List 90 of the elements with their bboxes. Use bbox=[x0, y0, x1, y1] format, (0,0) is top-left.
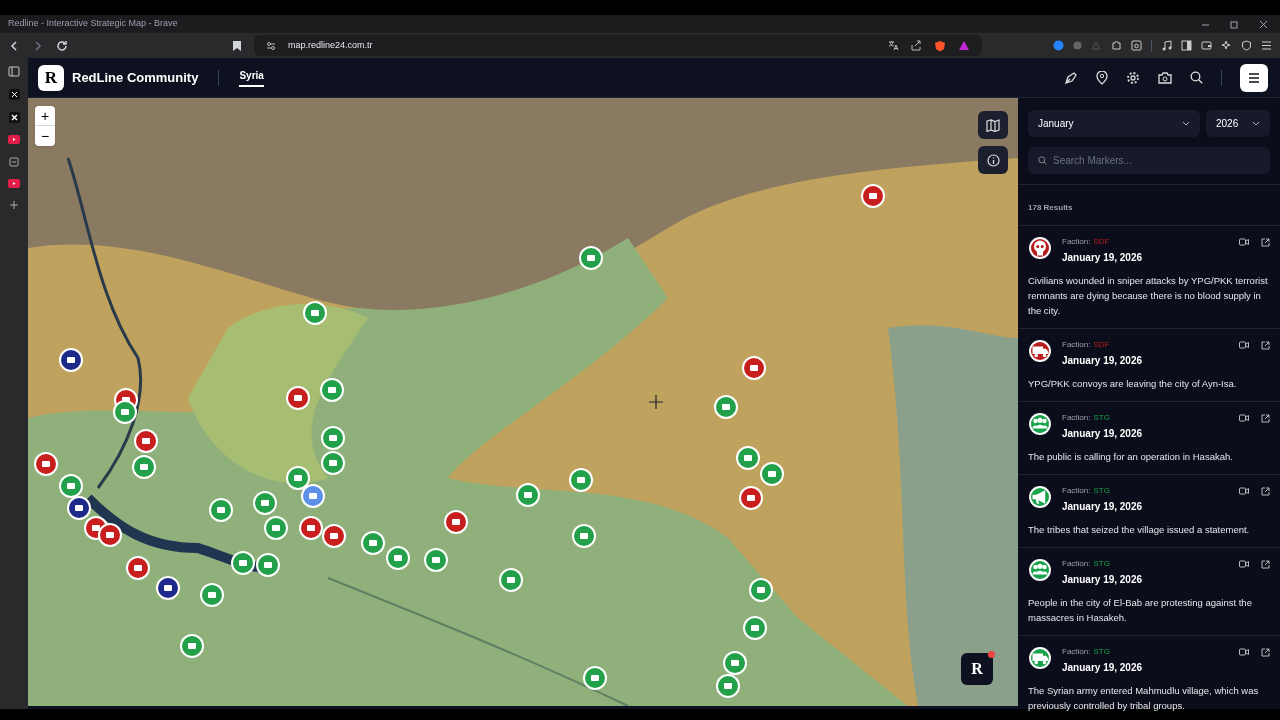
external-link-icon[interactable] bbox=[1261, 341, 1270, 350]
external-link-icon[interactable] bbox=[1261, 487, 1270, 496]
shield-icon[interactable] bbox=[1241, 40, 1252, 51]
circle-icon[interactable] bbox=[1053, 40, 1064, 51]
faction-label: Faction: bbox=[1062, 646, 1091, 658]
region-tab[interactable]: Syria bbox=[239, 68, 264, 87]
video-icon[interactable] bbox=[1239, 238, 1249, 246]
month-select[interactable]: January bbox=[1028, 110, 1200, 137]
wallet-icon[interactable] bbox=[1201, 40, 1212, 51]
event-description: The tribes that seized the village issued a statement. bbox=[1028, 523, 1251, 537]
zoom-in-button[interactable]: + bbox=[35, 106, 55, 126]
menu-button[interactable] bbox=[1240, 63, 1268, 92]
address-bar[interactable]: map.redline24.com.tr bbox=[254, 35, 982, 56]
video-icon[interactable] bbox=[1239, 560, 1249, 568]
external-link-icon[interactable] bbox=[1261, 648, 1270, 657]
faction-label: Faction: bbox=[1062, 412, 1091, 424]
external-link-icon[interactable] bbox=[1261, 560, 1270, 569]
window-search-icon[interactable] bbox=[1131, 40, 1142, 51]
faction-label: Faction: bbox=[1062, 485, 1091, 497]
external-link-icon[interactable] bbox=[1261, 238, 1270, 247]
notification-dot-icon bbox=[988, 651, 995, 658]
logo-button[interactable]: R bbox=[961, 653, 993, 685]
chevron-down-icon bbox=[1252, 121, 1260, 126]
sidebar-panel-icon[interactable] bbox=[8, 66, 20, 77]
site-settings-icon[interactable] bbox=[266, 40, 276, 51]
faction-name: STG bbox=[1093, 558, 1110, 570]
music-icon[interactable] bbox=[1161, 40, 1172, 51]
event-date: January 19, 2026 bbox=[1062, 354, 1144, 368]
share-icon[interactable] bbox=[911, 40, 922, 51]
event-description: The public is calling for an operation in Hasakah. bbox=[1028, 450, 1234, 464]
search-icon[interactable] bbox=[1190, 71, 1203, 84]
event-description: People in the city of El-Bab are protesting against the massacres in Hasakeh. bbox=[1028, 596, 1253, 625]
video-icon[interactable] bbox=[1239, 487, 1249, 495]
pen-icon[interactable] bbox=[1064, 70, 1078, 85]
location-pin-icon[interactable] bbox=[1096, 70, 1108, 85]
bookmark-icon[interactable] bbox=[232, 39, 242, 52]
info-button[interactable] bbox=[978, 146, 1008, 174]
reload-icon[interactable] bbox=[56, 39, 68, 52]
sparkle-icon[interactable] bbox=[1221, 40, 1232, 51]
tv-icon[interactable] bbox=[9, 156, 19, 167]
external-link-icon[interactable] bbox=[1261, 414, 1270, 423]
faction-name: SDF bbox=[1093, 236, 1110, 248]
close-icon[interactable] bbox=[1259, 19, 1268, 29]
results-count: 178 Results bbox=[1028, 203, 1073, 212]
x-icon[interactable] bbox=[8, 112, 20, 123]
sidebar-icon[interactable] bbox=[1181, 40, 1192, 51]
circle-icon[interactable] bbox=[1073, 41, 1082, 50]
faction-label: Faction: bbox=[1062, 339, 1091, 351]
plus-icon[interactable] bbox=[9, 200, 19, 210]
settings-icon[interactable] bbox=[1126, 70, 1140, 85]
search-icon bbox=[1038, 156, 1047, 165]
event-date: January 19, 2026 bbox=[1062, 427, 1144, 441]
camera-icon[interactable] bbox=[1158, 71, 1172, 84]
faction-label: Faction: bbox=[1062, 558, 1091, 570]
video-icon[interactable] bbox=[1239, 648, 1249, 656]
event-date: January 19, 2026 bbox=[1062, 251, 1144, 265]
event-date: January 19, 2026 bbox=[1062, 500, 1144, 514]
url-text: map.redline24.com.tr bbox=[288, 38, 374, 52]
map-icon bbox=[986, 118, 1000, 132]
faction-name: STG bbox=[1093, 485, 1110, 497]
menu-icon bbox=[1248, 72, 1260, 83]
info-icon bbox=[986, 153, 1000, 167]
play-icon[interactable] bbox=[8, 135, 20, 144]
faction-name: STG bbox=[1093, 646, 1110, 658]
faction-name: STG bbox=[1093, 412, 1110, 424]
faction-label: Faction: bbox=[1062, 236, 1091, 248]
zoom-out-button[interactable]: − bbox=[35, 126, 55, 146]
window-title: Redline - Interactive Strategic Map - Brave bbox=[8, 17, 178, 31]
event-description: The Syrian army entered Mahmudlu village, which was previously controlled by tribal groups. bbox=[1028, 684, 1260, 713]
shield-icon[interactable] bbox=[934, 39, 946, 52]
layers-button[interactable] bbox=[978, 111, 1008, 139]
translate-icon[interactable] bbox=[888, 40, 899, 51]
triangle-icon[interactable] bbox=[958, 40, 970, 51]
event-description: Civilians wounded in sniper attacks by YPG/PKK terrorist remnants are dying because there is no blood supply in the city. bbox=[1028, 274, 1269, 318]
video-icon[interactable] bbox=[1239, 341, 1249, 349]
logo[interactable]: R bbox=[38, 64, 64, 91]
year-select[interactable]: 2026 bbox=[1206, 110, 1270, 137]
brand-name: RedLine Community bbox=[72, 68, 199, 87]
event-date: January 19, 2026 bbox=[1062, 661, 1144, 675]
restore-icon[interactable] bbox=[1230, 19, 1239, 29]
event-description: YPG/PKK convoys are leaving the city of Ayn-Isa. bbox=[1028, 377, 1238, 391]
chevron-down-icon bbox=[1182, 121, 1190, 126]
event-date: January 19, 2026 bbox=[1062, 573, 1144, 587]
play-icon[interactable] bbox=[8, 179, 20, 188]
back-icon[interactable] bbox=[8, 39, 20, 52]
video-icon[interactable] bbox=[1239, 414, 1249, 422]
forward-icon[interactable] bbox=[32, 39, 44, 52]
menu-icon[interactable] bbox=[1261, 40, 1272, 51]
search-field[interactable]: Search Markers... bbox=[1028, 147, 1270, 174]
faction-name: SDF bbox=[1093, 339, 1110, 351]
